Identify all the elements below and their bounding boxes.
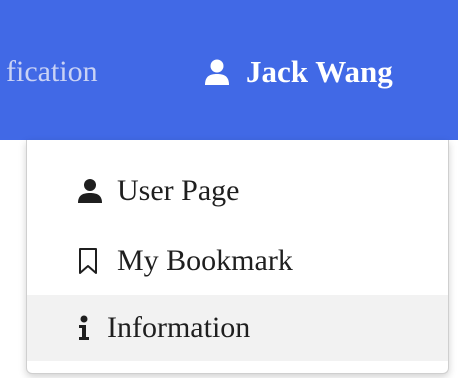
menu-item-label: My Bookmark	[117, 244, 293, 277]
user-name: Jack Wang	[246, 54, 393, 89]
nav-item-notification-truncated[interactable]: fication	[6, 52, 98, 92]
menu-item-label: User Page	[117, 174, 240, 207]
user-icon	[77, 176, 103, 206]
user-dropdown-menu: User Page My Bookmark Information	[26, 140, 449, 374]
user-icon	[202, 57, 232, 87]
menu-item-user-page[interactable]: User Page	[27, 158, 448, 224]
info-icon	[77, 313, 95, 343]
user-menu-toggle[interactable]: Jack Wang	[202, 52, 393, 92]
menu-item-label: Information	[107, 311, 251, 344]
top-navbar: fication Jack Wang	[0, 0, 458, 140]
menu-item-information[interactable]: Information	[27, 295, 448, 361]
bookmark-outline-icon	[77, 246, 103, 276]
menu-item-my-bookmark[interactable]: My Bookmark	[27, 228, 448, 294]
